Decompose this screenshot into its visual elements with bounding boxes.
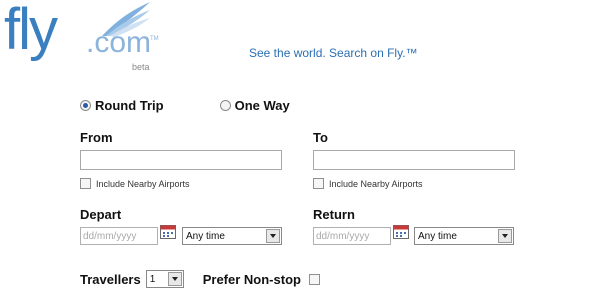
return-time-value: Any time (418, 230, 457, 242)
depart-date-input[interactable]: dd/mm/yyyy (80, 227, 158, 245)
logo-com-text: .com (86, 26, 152, 59)
prefer-nonstop-checkbox[interactable] (308, 273, 320, 285)
round-trip-label: Round Trip (95, 98, 164, 113)
prefer-nonstop-label: Prefer Non-stop (202, 271, 301, 287)
depart-calendar-icon[interactable] (160, 225, 176, 239)
logo-fly-text: fly (4, 0, 58, 62)
from-input[interactable] (80, 150, 282, 170)
to-nearby-checkbox[interactable] (313, 178, 324, 189)
chevron-down-icon[interactable] (167, 272, 182, 286)
one-way-label: One Way (234, 98, 290, 113)
round-trip-radio[interactable]: Round Trip (80, 98, 164, 113)
return-time-select[interactable]: Any time (414, 227, 514, 245)
return-date-input[interactable]: dd/mm/yyyy (313, 227, 391, 245)
logo-beta-label: beta (132, 62, 150, 72)
from-nearby-row[interactable]: Include Nearby Airports (80, 178, 190, 189)
return-label: Return (313, 207, 355, 222)
tagline: See the world. Search on Fly.™ (249, 46, 418, 60)
depart-time-value: Any time (186, 230, 225, 242)
round-trip-radio-dot[interactable] (80, 100, 91, 111)
travellers-value: 1 (149, 273, 156, 285)
chevron-down-icon[interactable] (498, 229, 512, 243)
depart-time-select[interactable]: Any time (182, 227, 282, 245)
options-row: Travellers 1 Prefer Non-stop (80, 270, 325, 288)
travellers-label: Travellers (80, 271, 141, 287)
depart-label: Depart (80, 207, 122, 222)
fly-logo[interactable]: fly .com TM beta (4, 0, 164, 78)
chevron-down-icon[interactable] (266, 229, 280, 243)
from-label: From (80, 130, 113, 145)
to-input[interactable] (313, 150, 515, 170)
travellers-select[interactable]: 1 (145, 270, 184, 288)
to-nearby-label: Include Nearby Airports (329, 178, 423, 189)
from-nearby-checkbox[interactable] (80, 178, 91, 189)
one-way-radio-dot[interactable] (219, 100, 231, 111)
one-way-radio[interactable]: One Way (219, 98, 290, 113)
logo-trademark: TM (150, 36, 159, 42)
to-label: To (313, 130, 328, 145)
return-calendar-icon[interactable] (393, 225, 409, 239)
to-nearby-row[interactable]: Include Nearby Airports (313, 178, 423, 189)
trip-type-group: Round Trip One Way (80, 98, 290, 113)
from-nearby-label: Include Nearby Airports (96, 178, 190, 189)
